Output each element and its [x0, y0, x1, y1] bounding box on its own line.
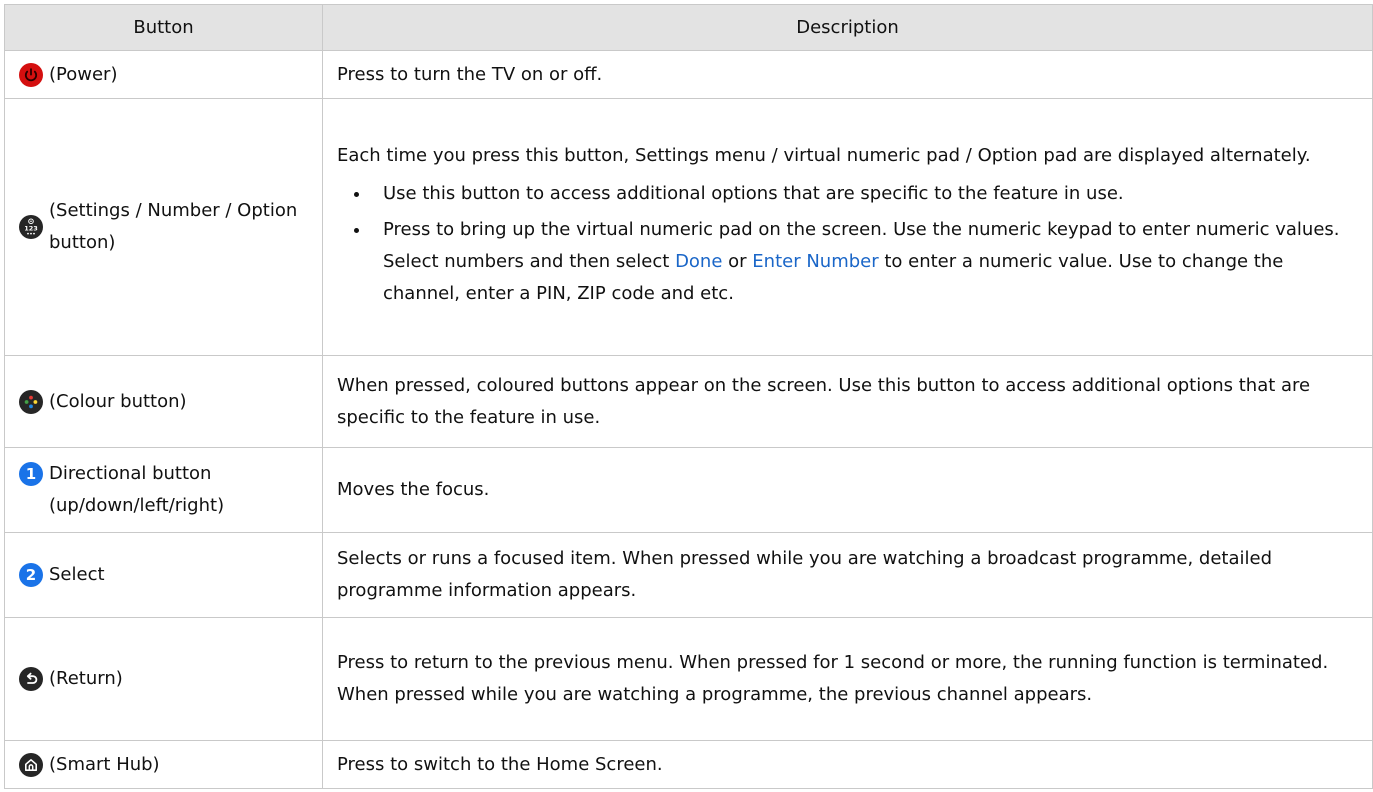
button-cell: 2 Select — [4, 532, 323, 618]
description-cell: Moves the focus. — [322, 447, 1373, 533]
description-text: When pressed, coloured buttons appear on… — [337, 374, 1311, 428]
header-description: Description — [322, 4, 1373, 51]
description-cell: Each time you press this button, Setting… — [322, 98, 1373, 356]
table-row: (Colour button) When pressed, coloured b… — [4, 355, 1373, 448]
done-keyword: Done — [675, 251, 723, 272]
button-label: Select — [49, 564, 105, 585]
description-text: Press to turn the TV on or off. — [337, 63, 603, 85]
table-row: (Power) Press to turn the TV on or off. — [4, 50, 1373, 99]
description-cell: Press to switch to the Home Screen. — [322, 740, 1373, 789]
button-label: (Colour button) — [49, 390, 187, 412]
description-cell: When pressed, coloured buttons appear on… — [322, 355, 1373, 448]
button-cell: (Power) — [4, 50, 323, 99]
callout-number-badge: 2 — [19, 563, 43, 587]
home-icon — [19, 752, 43, 777]
button-label: (Power) — [49, 63, 118, 85]
description-text: Moves the focus. — [337, 479, 490, 500]
table-header-row: Button Description — [4, 4, 1373, 51]
table-row: (Smart Hub) Press to switch to the Home … — [4, 740, 1373, 789]
button-label: (Smart Hub) — [49, 753, 160, 775]
colour-icon — [19, 389, 43, 414]
table-row: 1 Directional button (up/down/left/right… — [4, 447, 1373, 533]
table-row: (Return) Press to return to the previous… — [4, 617, 1373, 741]
button-cell: 1 Directional button (up/down/left/right… — [4, 447, 323, 533]
button-label: Directional button (up/down/left/right) — [49, 463, 225, 516]
table-row: 123 (Settings / Number / Option button) … — [4, 98, 1373, 356]
description-text: Press to return to the previous menu. Wh… — [337, 652, 1329, 705]
header-button: Button — [4, 4, 323, 51]
button-label: (Settings / Number / Option button) — [49, 200, 298, 253]
button-label: (Return) — [49, 668, 123, 689]
description-cell: Selects or runs a focused item. When pre… — [322, 532, 1373, 618]
description-text: Each time you press this button, Setting… — [337, 145, 1311, 166]
description-cell: Press to return to the previous menu. Wh… — [322, 617, 1373, 741]
return-icon — [19, 667, 43, 691]
enter-number-keyword: Enter Number — [752, 251, 879, 272]
description-cell: Press to turn the TV on or off. — [322, 50, 1373, 99]
svg-text:123: 123 — [24, 224, 38, 232]
list-item: Use this button to access additional opt… — [371, 178, 1358, 210]
button-cell: 123 (Settings / Number / Option button) — [4, 98, 323, 356]
callout-number-badge: 1 — [19, 462, 43, 486]
settings-number-option-icon: 123 — [19, 215, 43, 239]
description-text: Press to switch to the Home Screen. — [337, 753, 663, 775]
button-description-table: Button Description (Power) Press to turn… — [4, 4, 1373, 789]
bullet-list: Use this button to access additional opt… — [337, 178, 1358, 310]
description-text: Selects or runs a focused item. When pre… — [337, 548, 1273, 601]
table-row: 2 Select Selects or runs a focused item.… — [4, 532, 1373, 618]
power-icon — [19, 62, 43, 87]
button-cell: (Return) — [4, 617, 323, 741]
button-cell: (Colour button) — [4, 355, 323, 448]
list-item: Press to bring up the virtual numeric pa… — [371, 214, 1358, 310]
button-cell: (Smart Hub) — [4, 740, 323, 789]
